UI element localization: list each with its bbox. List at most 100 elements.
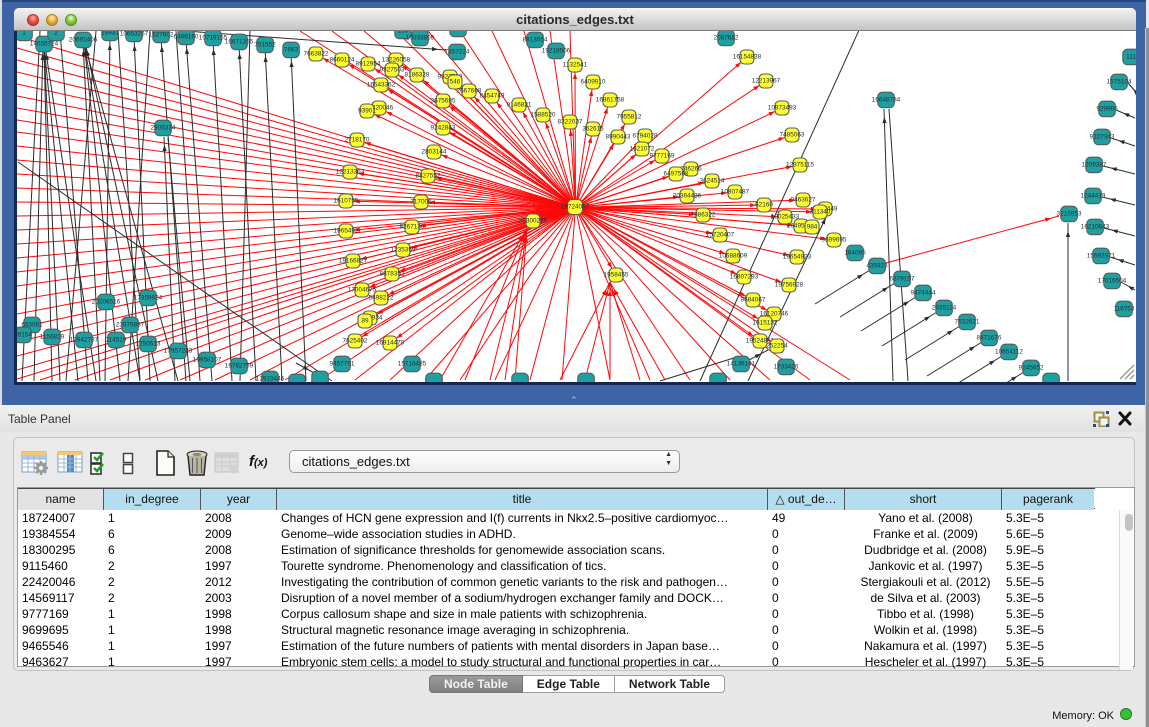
svg-text:10654112: 10654112 (995, 349, 1023, 356)
svg-text:13226058: 13226058 (382, 57, 411, 64)
svg-text:8878352: 8878352 (380, 271, 405, 278)
svg-text:2935114: 2935114 (932, 305, 957, 312)
svg-text:10807487: 10807487 (721, 189, 750, 196)
svg-text:9777169: 9777169 (650, 153, 675, 160)
svg-text:1250513: 1250513 (136, 341, 161, 348)
svg-text:89: 89 (361, 318, 369, 325)
svg-text:17004675: 17004675 (348, 287, 377, 294)
svg-text:1527602: 1527602 (149, 32, 174, 39)
svg-text:93901: 93901 (358, 108, 376, 115)
svg-text:12942737: 12942737 (70, 337, 99, 344)
svg-text:14136141: 14136141 (727, 361, 756, 368)
svg-text:1621072: 1621072 (630, 146, 655, 153)
svg-text:116753: 116753 (1114, 306, 1135, 313)
svg-text:10973493: 10973493 (768, 105, 797, 112)
svg-text:9146821: 9146821 (507, 102, 532, 109)
svg-text:7357224: 7357224 (445, 49, 470, 56)
svg-text:9463627: 9463627 (791, 197, 816, 204)
svg-text:9227343: 9227343 (1090, 134, 1115, 141)
svg-text:20691406: 20691406 (69, 37, 98, 44)
svg-text:15720407: 15720407 (706, 232, 735, 239)
svg-text:19166827: 19166827 (339, 258, 368, 265)
svg-text:751552: 751552 (254, 42, 276, 49)
svg-text:8267130: 8267130 (400, 224, 425, 231)
svg-text:16671355: 16671355 (225, 39, 254, 46)
svg-text:2667608: 2667608 (457, 88, 482, 95)
svg-text:9684067: 9684067 (741, 297, 766, 304)
svg-text:6497568: 6497568 (664, 171, 689, 178)
svg-text:362615: 362615 (582, 126, 604, 133)
svg-text:7986322: 7986322 (691, 212, 716, 219)
svg-text:12923446: 12923446 (256, 376, 285, 383)
svg-text:2: 2 (54, 31, 58, 37)
svg-text:10719155: 10719155 (199, 35, 228, 42)
svg-text:2803144: 2803144 (422, 149, 447, 156)
svg-text:6879197: 6879197 (890, 276, 915, 283)
svg-text:1132541: 1132541 (563, 62, 588, 69)
svg-text:19654923: 19654923 (783, 254, 812, 261)
svg-text:1209387: 1209387 (1082, 162, 1107, 169)
svg-text:14055724: 14055724 (30, 41, 59, 48)
svg-text:8990443: 8990443 (606, 134, 631, 141)
svg-text:17359924: 17359924 (134, 295, 163, 302)
svg-text:6466160: 6466160 (174, 34, 199, 41)
svg-text:8454749: 8454749 (480, 93, 505, 100)
svg-text:16782759: 16782759 (225, 363, 254, 370)
svg-text:16154838: 16154838 (733, 54, 762, 61)
svg-text:1575104: 1575104 (1107, 79, 1132, 86)
svg-text:2087682: 2087682 (714, 35, 739, 42)
svg-text:1610755: 1610755 (334, 198, 359, 205)
svg-text:111: 111 (1126, 54, 1136, 61)
svg-text:5498222: 5498222 (369, 295, 394, 302)
svg-text:20364436: 20364436 (673, 193, 702, 200)
svg-text:7955812: 7955812 (617, 114, 642, 121)
svg-text:15716485: 15716485 (398, 361, 427, 368)
svg-text:8322037: 8322037 (558, 119, 583, 126)
svg-text:6409910: 6409910 (581, 79, 606, 86)
svg-text:9474444: 9474444 (911, 290, 936, 297)
svg-text:25300275: 25300275 (519, 218, 548, 225)
svg-text:10653267: 10653267 (120, 31, 149, 38)
svg-text:1965492: 1965492 (334, 228, 359, 235)
svg-text:17957223: 17957223 (164, 348, 193, 355)
svg-text:8813054: 8813054 (523, 37, 548, 44)
svg-text:16914479: 16914479 (376, 340, 405, 347)
svg-text:16807293: 16807293 (730, 274, 759, 281)
svg-text:19218506: 19218506 (542, 48, 571, 55)
svg-text:8186328: 8186328 (405, 72, 430, 79)
svg-text:39154: 39154 (17, 332, 32, 339)
svg-text:10688609: 10688609 (719, 253, 748, 260)
svg-text:16961758: 16961758 (596, 97, 625, 104)
svg-text:3624514: 3624514 (700, 178, 725, 185)
svg-text:19756928: 19756928 (775, 282, 804, 289)
svg-text:9457791: 9457791 (330, 361, 355, 368)
svg-text:252254: 252254 (766, 343, 788, 350)
svg-text:3675685: 3675685 (431, 98, 456, 105)
svg-text:3215953: 3215953 (1057, 211, 1082, 218)
svg-text:8471676: 8471676 (977, 335, 1002, 342)
svg-text:1244419: 1244419 (1081, 193, 1106, 200)
svg-text:1235359: 1235359 (391, 247, 416, 254)
svg-text:546: 546 (450, 79, 461, 86)
svg-text:6794028: 6794028 (633, 133, 658, 140)
svg-text:15692971: 15692971 (1087, 253, 1116, 260)
svg-text:1588520: 1588520 (531, 112, 556, 119)
svg-text:16648784: 16648784 (872, 97, 901, 104)
svg-text:1615132: 1615132 (753, 320, 778, 327)
svg-text:2905334: 2905334 (151, 125, 176, 132)
svg-text:114519: 114519 (106, 337, 127, 344)
svg-text:12975115: 12975115 (786, 162, 814, 169)
svg-text:717006: 717006 (410, 199, 432, 206)
svg-text:7663822: 7663822 (304, 51, 329, 58)
svg-text:929966: 929966 (1096, 106, 1118, 113)
svg-text:19931: 19931 (101, 31, 119, 37)
svg-text:7663: 7663 (284, 47, 299, 54)
svg-text:7632621: 7632621 (955, 319, 980, 326)
svg-text:20206516: 20206516 (92, 299, 121, 306)
svg-text:62160: 62160 (755, 202, 773, 209)
svg-text:9242843: 9242843 (431, 125, 456, 132)
svg-text:7485063: 7485063 (780, 132, 805, 139)
svg-text:18724007: 18724007 (561, 204, 590, 211)
svg-text:10025433: 10025433 (771, 214, 800, 221)
svg-text:9245652: 9245652 (1019, 365, 1044, 372)
